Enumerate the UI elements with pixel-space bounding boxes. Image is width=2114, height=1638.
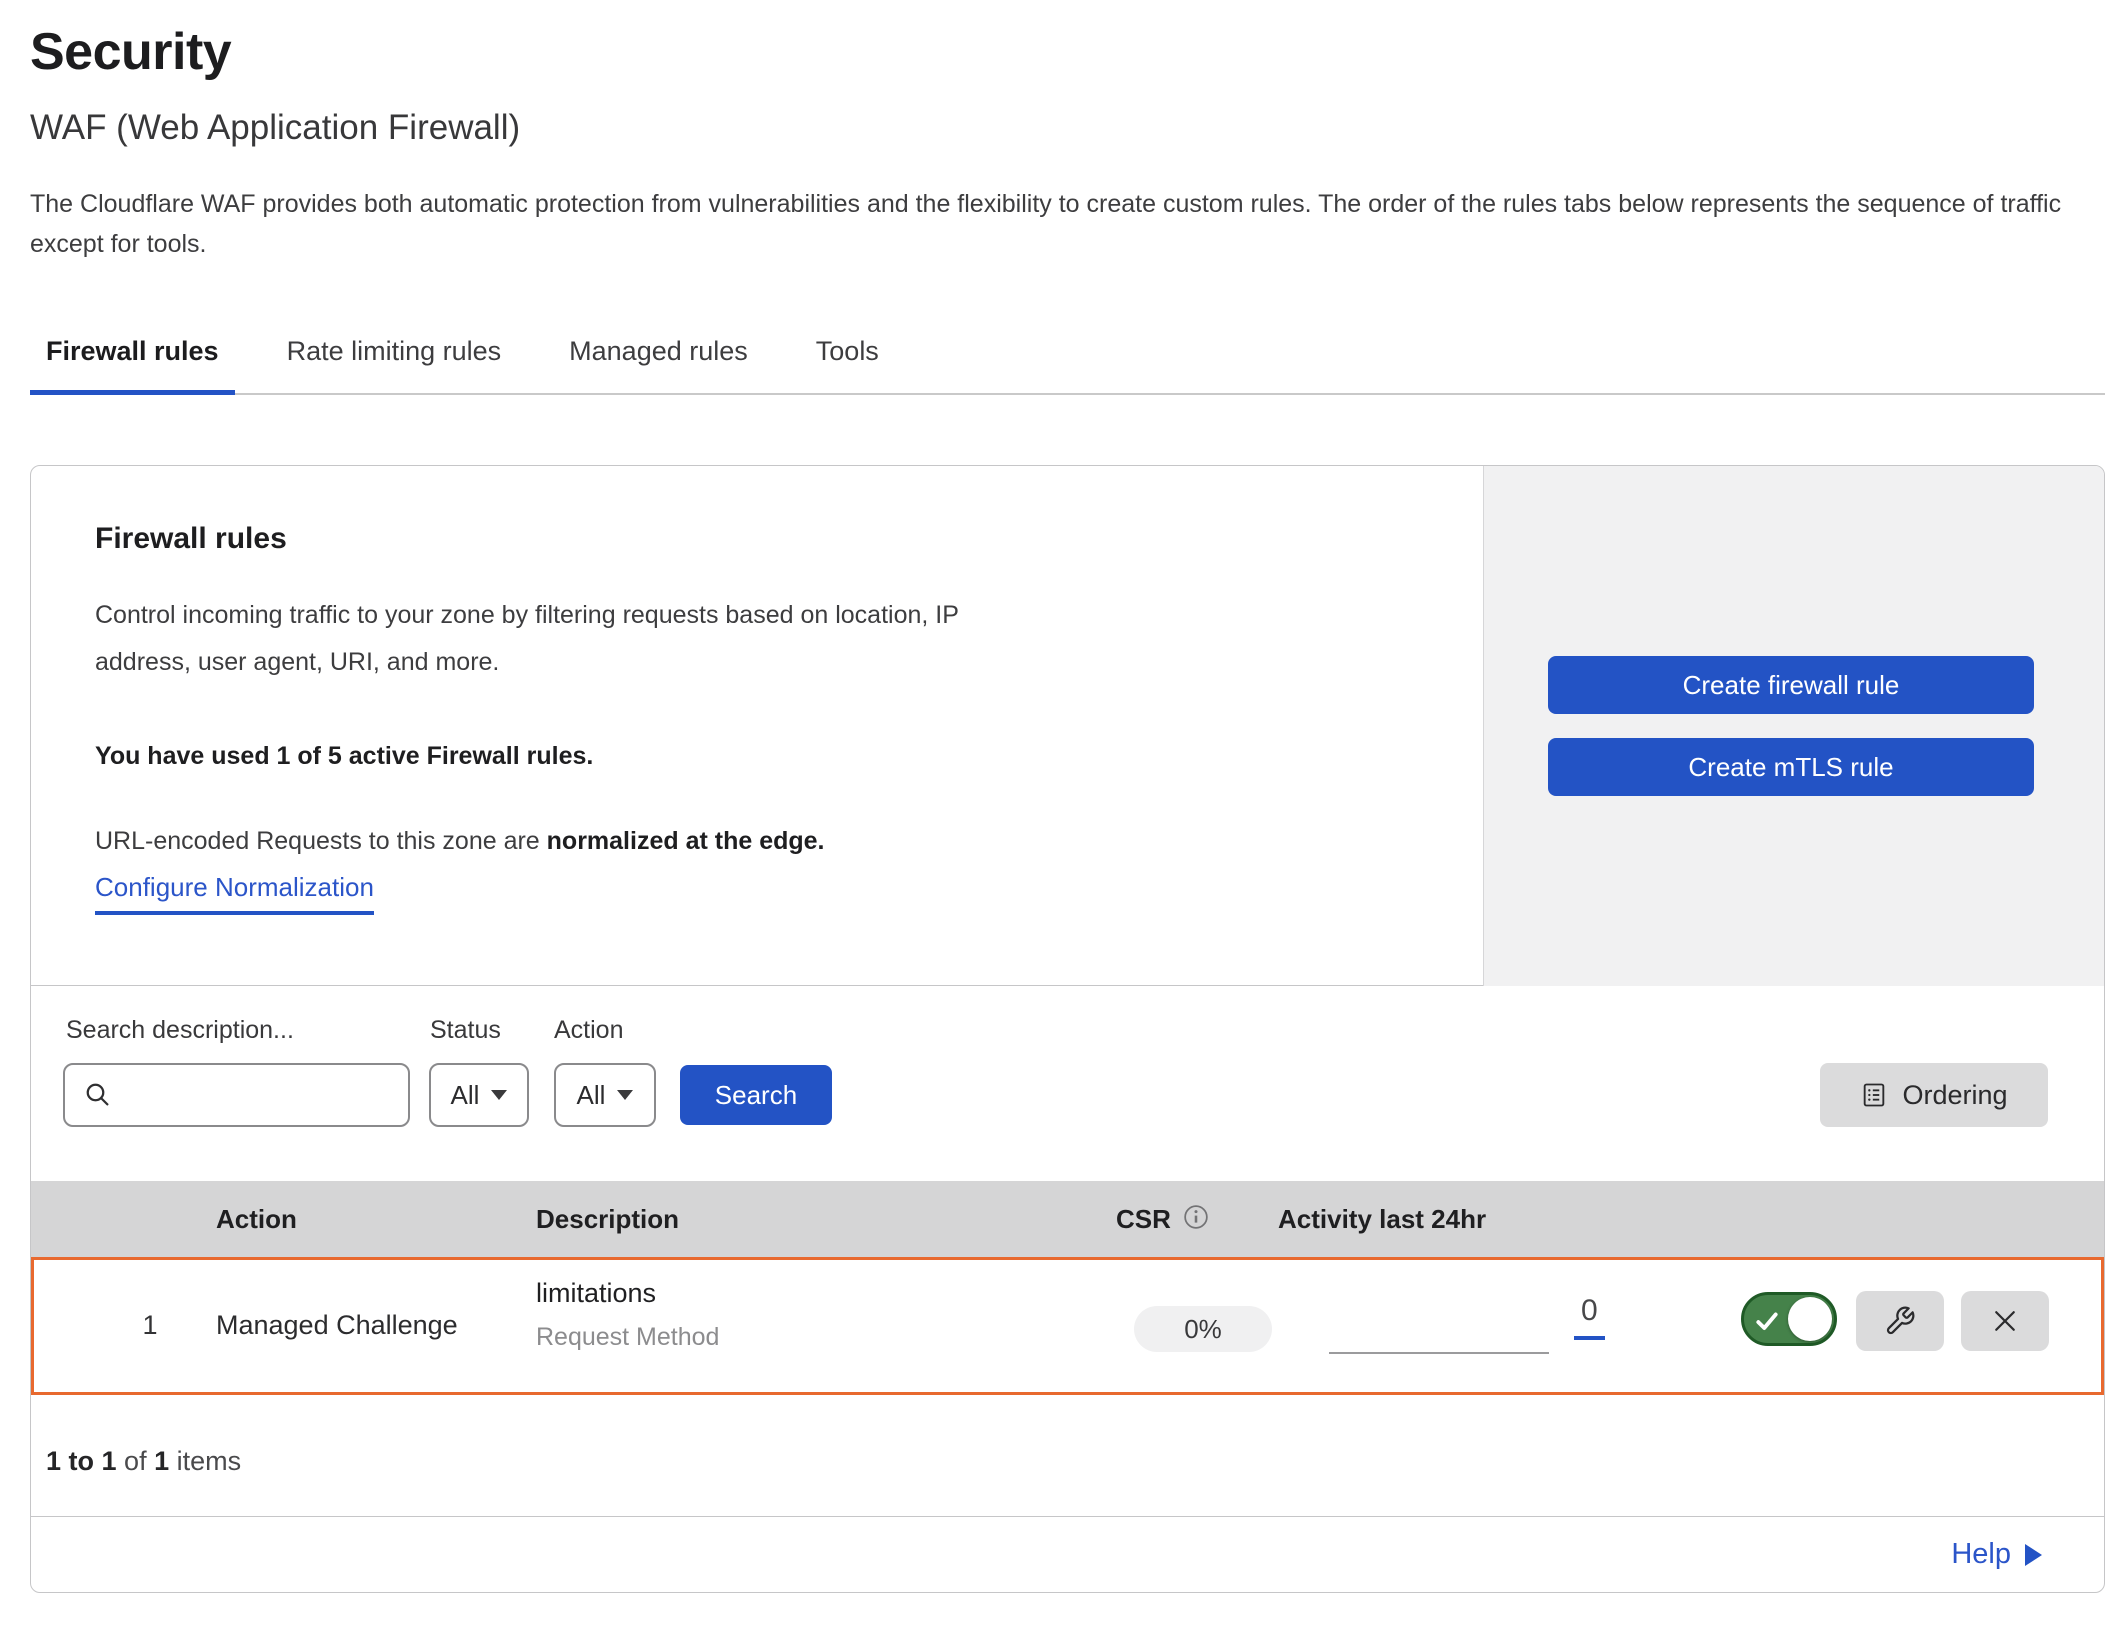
rule-priority: 1 [130,1310,170,1341]
page-title: Security [30,22,231,82]
filter-bar: Search description... Status Action All … [31,986,2104,1181]
table-header-row: Action Description CSR Activity last 24h… [31,1181,2104,1257]
search-input[interactable] [123,1065,408,1125]
triangle-right-icon [2025,1544,2042,1566]
firewall-rule-row: 1 Managed Challenge limitations Request … [31,1257,2104,1395]
rule-description-cell: limitations Request Method [536,1278,719,1352]
search-input-box[interactable] [63,1063,410,1127]
activity-count-link[interactable]: 0 [1574,1294,1605,1340]
pagination-items: items [177,1446,242,1476]
close-icon [1990,1306,2020,1336]
normalization-text-plain: URL-encoded Requests to this zone are [95,827,540,855]
rule-description-sub: Request Method [536,1323,719,1352]
tab-firewall-rules[interactable]: Firewall rules [30,312,235,393]
firewall-rules-card: Firewall rules Control incoming traffic … [30,465,2105,1593]
rule-enabled-toggle[interactable] [1741,1292,1837,1346]
search-icon [83,1080,113,1110]
normalization-text: URL-encoded Requests to this zone are no… [95,827,1485,856]
pagination-total: 1 [154,1446,169,1476]
rule-action: Managed Challenge [216,1310,458,1341]
rule-description: limitations [536,1278,719,1309]
help-link-label: Help [1951,1538,2011,1571]
create-firewall-rule-button[interactable]: Create firewall rule [1548,656,2034,714]
card-top-section: Firewall rules Control incoming traffic … [31,466,2104,986]
delete-rule-button[interactable] [1961,1291,2049,1351]
normalization-text-bold: normalized at the edge. [547,827,825,855]
tabs-bar: Firewall rules Rate limiting rules Manag… [30,312,2105,395]
firewall-rules-overview: Firewall rules Control incoming traffic … [31,466,1485,985]
column-header-description: Description [536,1204,679,1235]
action-select[interactable]: All [554,1063,656,1127]
tab-managed-rules[interactable]: Managed rules [553,312,764,393]
help-bar: Help [31,1516,2104,1592]
edit-rule-button[interactable] [1856,1291,1944,1351]
action-select-value: All [577,1080,606,1111]
activity-sparkline [1329,1352,1549,1354]
toggle-knob [1788,1297,1832,1341]
status-label: Status [430,1016,501,1045]
ordering-button[interactable]: Ordering [1820,1063,2048,1127]
column-header-action: Action [216,1204,297,1235]
info-icon[interactable] [1182,1203,1210,1231]
pagination-of: of [124,1446,147,1476]
tab-tools[interactable]: Tools [800,312,895,393]
ordering-button-label: Ordering [1902,1080,2007,1111]
create-mtls-rule-button[interactable]: Create mTLS rule [1548,738,2034,796]
csr-badge: 0% [1134,1306,1272,1352]
column-header-csr: CSR [1116,1204,1171,1235]
search-button[interactable]: Search [680,1065,832,1125]
pagination-summary: 1 to 1 of 1 items [46,1446,241,1477]
actions-panel: Create firewall rule Create mTLS rule [1483,466,2104,986]
column-header-activity: Activity last 24hr [1278,1204,1486,1235]
checkmark-icon [1754,1308,1780,1334]
wrench-icon [1884,1305,1916,1337]
chevron-down-icon [617,1090,633,1100]
pagination-range: 1 to 1 [46,1446,117,1476]
card-heading: Firewall rules [95,522,1485,556]
ordering-list-icon [1860,1081,1888,1109]
page-description: The Cloudflare WAF provides both automat… [30,184,2084,264]
status-select[interactable]: All [429,1063,529,1127]
action-label: Action [554,1016,623,1045]
status-select-value: All [451,1080,480,1111]
search-description-label: Search description... [66,1016,294,1045]
chevron-down-icon [491,1090,507,1100]
tab-rate-limiting-rules[interactable]: Rate limiting rules [271,312,518,393]
help-link[interactable]: Help [1951,1538,2042,1571]
card-description: Control incoming traffic to your zone by… [95,592,1060,686]
waf-security-page: Security WAF (Web Application Firewall) … [0,0,2114,1638]
usage-text: You have used 1 of 5 active Firewall rul… [95,742,1485,771]
configure-normalization-link[interactable]: Configure Normalization [95,872,374,915]
page-subtitle: WAF (Web Application Firewall) [30,108,520,148]
